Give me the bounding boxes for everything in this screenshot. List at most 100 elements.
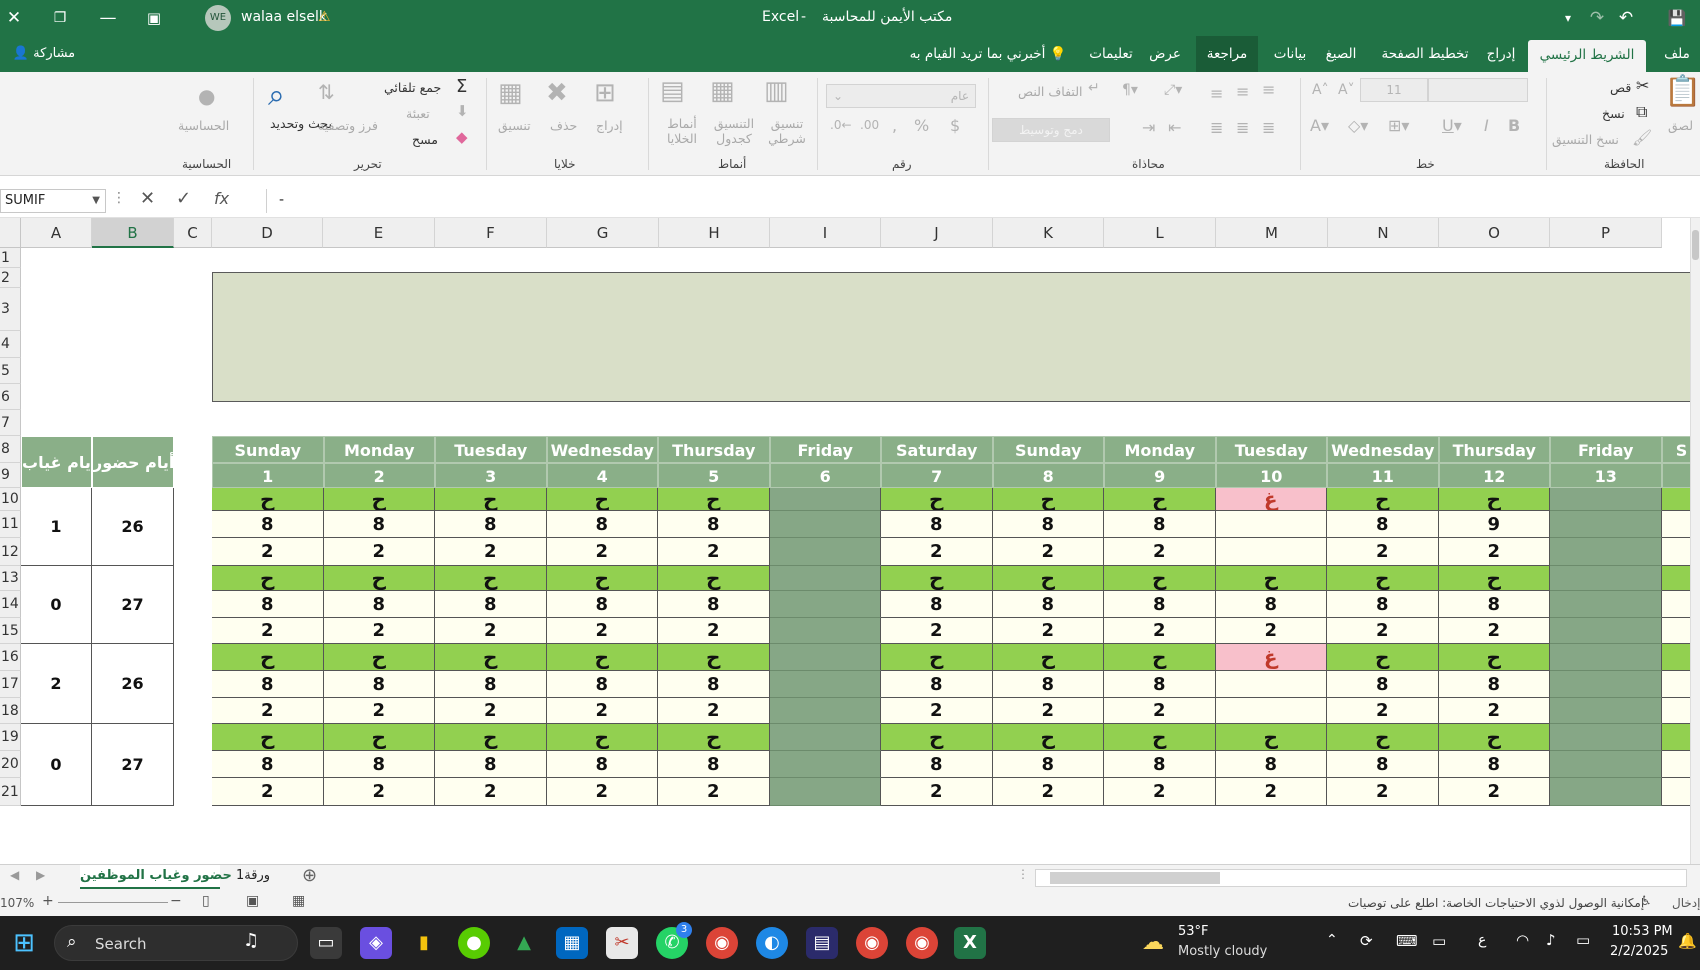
overtime-cell[interactable]: 2 xyxy=(323,778,435,806)
chrome-icon[interactable]: ◉ xyxy=(706,927,738,959)
chrome-icon[interactable]: ◉ xyxy=(856,927,888,959)
column-header-l[interactable]: L xyxy=(1104,218,1216,248)
underline-icon[interactable]: U▾ xyxy=(1442,116,1462,135)
battery-icon[interactable]: ▭ xyxy=(1576,931,1590,949)
work-hours-cell[interactable]: 8 xyxy=(546,591,658,618)
snipping-tool-icon[interactable]: ✂ xyxy=(606,927,638,959)
overtime-cell[interactable]: 2 xyxy=(658,538,770,566)
work-hours-cell[interactable]: 8 xyxy=(658,591,770,618)
work-hours-cell[interactable]: 8 xyxy=(1215,591,1327,618)
presence-count[interactable]: 26 xyxy=(92,488,174,566)
attendance-mark-cell[interactable]: ح xyxy=(1104,488,1216,511)
title-banner[interactable] xyxy=(212,272,1690,402)
undo-icon[interactable]: ↶ xyxy=(1614,6,1638,30)
save-icon[interactable]: 💾 xyxy=(1665,6,1689,30)
wrap-text-button[interactable]: التفاف النص xyxy=(1018,84,1082,99)
borders-icon[interactable]: ⊞▾ xyxy=(1388,116,1409,135)
work-hours-cell[interactable] xyxy=(1215,671,1327,698)
tell-me-box[interactable]: أخبرني بما تريد القيام به 💡 xyxy=(888,36,1088,72)
attendance-mark-cell[interactable]: ح xyxy=(1438,644,1550,671)
redo-icon[interactable]: ↷ xyxy=(1585,6,1609,30)
tab-insert[interactable]: إدراج xyxy=(1480,36,1522,72)
ribbon-display-icon[interactable]: ▣ xyxy=(142,6,166,30)
work-hours-cell[interactable]: 8 xyxy=(1104,671,1216,698)
attendance-mark-cell[interactable]: غ xyxy=(1215,488,1327,511)
attendance-mark-cell[interactable]: ح xyxy=(212,566,324,591)
text-direction-icon[interactable]: ¶▾ xyxy=(1122,82,1138,98)
attendance-mark-cell[interactable]: ح xyxy=(323,644,435,671)
attendance-mark-cell[interactable]: ح xyxy=(881,566,993,591)
presence-count[interactable]: 27 xyxy=(92,724,174,806)
font-color-icon[interactable]: A▾ xyxy=(1310,116,1329,135)
add-sheet-icon[interactable]: ⊕ xyxy=(302,865,317,886)
work-hours-cell[interactable]: 8 xyxy=(992,751,1104,778)
worksheet-grid[interactable]: ABCDEFGHIJKLMNOP 1 2 3 4 5 6 7 8 9 10 11 12 13 14 15 16… xyxy=(0,218,1690,864)
partial-cell[interactable] xyxy=(1661,724,1690,751)
day-header[interactable]: Friday xyxy=(1550,436,1662,463)
overtime-cell[interactable]: 2 xyxy=(1327,778,1439,806)
day-header[interactable]: Monday xyxy=(1104,436,1216,463)
date-header-partial[interactable] xyxy=(1661,463,1690,488)
split-handle-icon[interactable]: ⋮ xyxy=(1017,867,1029,881)
attendance-mark-cell[interactable] xyxy=(769,644,881,671)
partial-cell[interactable] xyxy=(1661,591,1690,618)
overtime-cell[interactable]: 2 xyxy=(435,618,547,644)
attendance-mark-cell[interactable] xyxy=(769,724,881,751)
partial-cell[interactable] xyxy=(1661,618,1690,644)
overtime-cell[interactable]: 2 xyxy=(658,698,770,724)
attendance-mark-cell[interactable]: ح xyxy=(881,488,993,511)
formula-input[interactable]: - xyxy=(266,189,1700,213)
work-hours-cell[interactable]: 8 xyxy=(323,751,435,778)
absence-count[interactable]: 1 xyxy=(21,488,92,566)
page-break-view-icon[interactable]: ▯ xyxy=(202,893,210,909)
column-header-j[interactable]: J xyxy=(881,218,993,248)
number-format-select[interactable]: ⌄ عام xyxy=(826,84,976,108)
attendance-mark-cell[interactable]: ح xyxy=(212,644,324,671)
attendance-mark-cell[interactable]: ح xyxy=(435,566,547,591)
chevron-up-icon[interactable]: ⌃ xyxy=(1326,932,1338,948)
presence-count[interactable]: 27 xyxy=(92,566,174,644)
row-header-10[interactable]: 10 xyxy=(0,488,21,511)
attendance-mark-cell[interactable]: ح xyxy=(435,644,547,671)
day-header[interactable]: Friday xyxy=(769,436,881,463)
comma-style-icon[interactable]: , xyxy=(892,116,897,135)
work-hours-cell[interactable]: 8 xyxy=(1327,591,1439,618)
overtime-cell[interactable]: 2 xyxy=(992,618,1104,644)
scrollbar-thumb[interactable] xyxy=(1050,872,1220,884)
percent-icon[interactable]: % xyxy=(914,116,929,135)
merge-center-button[interactable]: دمج وتوسيط xyxy=(992,118,1110,142)
row-header-9[interactable]: 9 xyxy=(0,463,21,488)
overtime-cell[interactable]: 2 xyxy=(1215,778,1327,806)
date-header[interactable]: 7 xyxy=(881,463,993,488)
work-hours-cell[interactable] xyxy=(1550,671,1662,698)
attendance-mark-cell[interactable]: ح xyxy=(1104,566,1216,591)
attendance-mark-cell[interactable]: ح xyxy=(212,724,324,751)
attendance-mark-cell[interactable]: ح xyxy=(658,488,770,511)
attendance-mark-cell[interactable] xyxy=(769,566,881,591)
overtime-cell[interactable]: 2 xyxy=(546,538,658,566)
date-header[interactable]: 1 xyxy=(212,463,324,488)
user-name[interactable]: walaa elselk xyxy=(241,9,327,25)
clock-time[interactable]: 10:53 PM xyxy=(1612,924,1673,939)
overtime-cell[interactable] xyxy=(1550,778,1662,806)
close-icon[interactable]: ✕ xyxy=(2,6,26,30)
row-header-14[interactable]: 14 xyxy=(0,591,21,618)
attendance-mark-cell[interactable]: ح xyxy=(435,488,547,511)
partial-cell[interactable] xyxy=(1661,488,1690,511)
language-indicator[interactable]: ع xyxy=(1478,932,1486,948)
tab-formulas[interactable]: الصيغ xyxy=(1320,36,1362,72)
notifications-icon[interactable]: 🔔 xyxy=(1678,932,1697,950)
date-header[interactable]: 5 xyxy=(658,463,770,488)
row-header-4[interactable]: 4 xyxy=(0,331,21,358)
display-icon[interactable]: ▭ xyxy=(1432,932,1446,950)
font-name-select[interactable] xyxy=(1428,78,1528,102)
attendance-mark-cell[interactable]: ح xyxy=(1104,644,1216,671)
work-hours-cell[interactable]: 8 xyxy=(1438,751,1550,778)
power-bi-icon[interactable]: ▮ xyxy=(408,927,440,959)
insert-function-icon[interactable]: fx xyxy=(214,189,229,208)
overtime-cell[interactable]: 2 xyxy=(212,618,324,644)
partial-cell[interactable] xyxy=(1661,671,1690,698)
work-hours-cell[interactable]: 8 xyxy=(881,591,993,618)
page-layout-view-icon[interactable]: ▣ xyxy=(246,893,259,909)
work-hours-cell[interactable]: 8 xyxy=(992,591,1104,618)
